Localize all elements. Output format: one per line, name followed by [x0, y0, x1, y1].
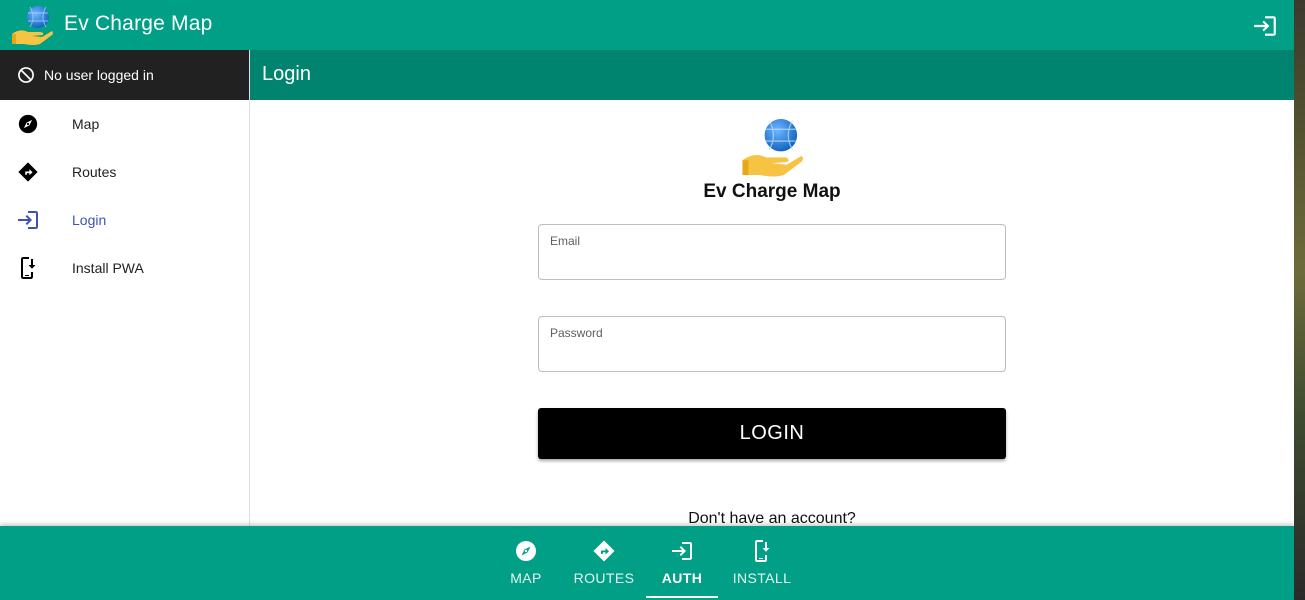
- sidebar-item-label: Map: [72, 116, 100, 132]
- email-input[interactable]: [550, 251, 994, 273]
- email-field[interactable]: Email: [538, 224, 1006, 280]
- password-input[interactable]: [550, 343, 994, 365]
- block-icon: [18, 67, 34, 83]
- signup-prompt: Don't have an account?: [688, 510, 856, 526]
- app-title: Ev Charge Map: [64, 12, 213, 35]
- app-logo: [12, 6, 53, 45]
- bottom-nav-install[interactable]: INSTALL: [726, 526, 798, 600]
- page-title: Login: [262, 63, 311, 85]
- login-button[interactable]: LOGIN: [538, 408, 1006, 459]
- sidebar-item-label: Login: [72, 212, 107, 228]
- bottom-navigation: MAP ROUTES AUTH INSTALL: [0, 526, 1294, 600]
- sidebar: No user logged in Map Routes Login Insta…: [0, 50, 250, 526]
- sidebar-item-map[interactable]: Map: [0, 100, 249, 148]
- sidebar-item-label: Install PWA: [72, 260, 144, 276]
- compass-icon: [516, 541, 536, 561]
- install-mobile-icon: [755, 540, 770, 562]
- bottom-nav-routes[interactable]: ROUTES: [568, 526, 640, 600]
- login-icon: [672, 542, 692, 560]
- bottom-nav-label: ROUTES: [573, 570, 635, 586]
- install-mobile-icon: [16, 256, 40, 280]
- password-label: Password: [550, 326, 603, 340]
- user-status-bar: No user logged in: [0, 50, 249, 100]
- app-logo: [742, 118, 803, 177]
- email-label: Email: [550, 234, 581, 248]
- page-header: Login: [250, 50, 1294, 100]
- top-app-bar: Ev Charge Map: [0, 0, 1294, 50]
- sidebar-item-install-pwa[interactable]: Install PWA: [0, 244, 249, 292]
- login-icon: [16, 208, 40, 232]
- directions-icon: [593, 540, 615, 562]
- brand-name: Ev Charge Map: [703, 181, 841, 202]
- sidebar-item-login[interactable]: Login: [0, 196, 249, 244]
- background-edge: [1294, 0, 1305, 600]
- password-field[interactable]: Password: [538, 316, 1006, 372]
- bottom-nav-label: MAP: [510, 570, 542, 586]
- bottom-nav-map[interactable]: MAP: [498, 526, 554, 600]
- bottom-nav-label: AUTH: [661, 570, 703, 586]
- directions-icon: [16, 160, 40, 184]
- bottom-nav-label: INSTALL: [732, 570, 792, 586]
- user-status-text: No user logged in: [44, 67, 154, 83]
- sidebar-item-label: Routes: [72, 164, 117, 180]
- login-panel: Ev Charge Map Email Password LOGIN Don't…: [250, 100, 1294, 526]
- bottom-nav-auth[interactable]: AUTH: [646, 526, 718, 600]
- compass-icon: [16, 112, 40, 136]
- login-icon[interactable]: [1252, 13, 1278, 39]
- sidebar-item-routes[interactable]: Routes: [0, 148, 249, 196]
- app-window: Ev Charge Map No user logged in Map Rout…: [0, 0, 1294, 600]
